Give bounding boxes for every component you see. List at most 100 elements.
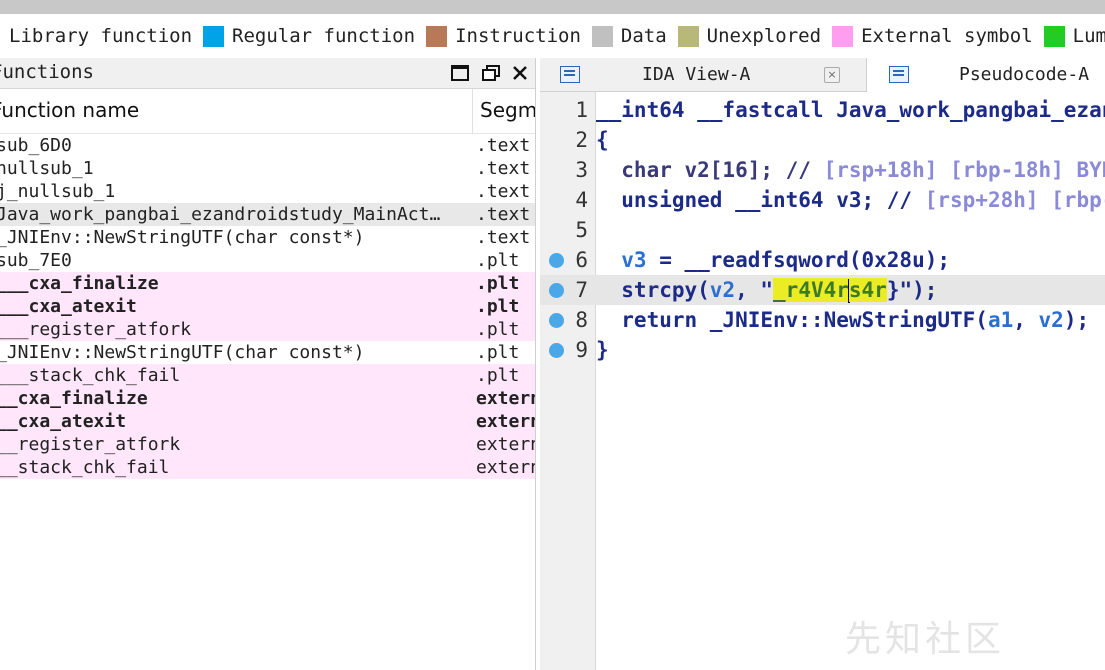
highlighted-string-token: _r4V4r bbox=[773, 278, 849, 302]
code-line[interactable]: 1 __int64 __fastcall Java_work_pangbai_ez… bbox=[540, 95, 1105, 125]
code-line[interactable]: 5 bbox=[540, 215, 1105, 245]
legend-swatch bbox=[832, 25, 854, 47]
function-segment: .plt bbox=[476, 319, 520, 340]
code-token: } bbox=[596, 338, 609, 362]
function-segment: .plt bbox=[476, 273, 520, 294]
tab-label: IDA View-A bbox=[642, 64, 751, 85]
tab-label: Pseudocode-A bbox=[959, 64, 1090, 85]
function-row[interactable]: nullsub_1 .text bbox=[0, 157, 535, 180]
column-divider[interactable] bbox=[472, 89, 473, 133]
function-row[interactable]: _JNIEnv::NewStringUTF(char const*) .plt bbox=[0, 341, 535, 364]
tab-pseudocode-a[interactable]: Pseudocode-A bbox=[867, 58, 1105, 92]
code-text: char v2[16]; // [rsp+18h] [rbp-18h] BYRE… bbox=[596, 155, 1105, 185]
function-row[interactable]: __cxa_atexit extern bbox=[0, 410, 535, 433]
code-token: , bbox=[1013, 308, 1039, 332]
function-row[interactable]: __register_atfork extern bbox=[0, 433, 535, 456]
function-segment: .text bbox=[476, 204, 531, 225]
float-window-icon[interactable] bbox=[480, 62, 502, 84]
code-line[interactable]: 3 char v2[16]; // [rsp+18h] [rbp-18h] BY… bbox=[540, 155, 1105, 185]
function-row[interactable]: j_nullsub_1 .text bbox=[0, 180, 535, 203]
function-name: __stack_chk_fail bbox=[0, 457, 170, 478]
pseudocode-view[interactable]: 1 __int64 __fastcall Java_work_pangbai_ez… bbox=[540, 95, 1105, 365]
code-line[interactable]: 2{ bbox=[540, 125, 1105, 155]
view-icon bbox=[560, 66, 580, 83]
code-token: ); bbox=[1063, 308, 1090, 332]
legend-swatch bbox=[1043, 25, 1065, 47]
function-segment: .text bbox=[476, 227, 531, 248]
legend-swatch bbox=[203, 25, 225, 47]
maximize-icon[interactable] bbox=[449, 62, 471, 84]
legend-label: Lumina bbox=[1072, 25, 1105, 47]
code-token: { bbox=[596, 128, 609, 152]
function-name: _JNIEnv::NewStringUTF(char const*) bbox=[0, 227, 365, 248]
legend-item-instruction: Instruction bbox=[415, 25, 581, 47]
code-token: char v2[16]; // bbox=[596, 158, 824, 182]
pseudocode-pane: IDA View-A × Pseudocode-A 1 __int64 __fas… bbox=[540, 58, 1105, 670]
code-token: v2 bbox=[709, 278, 736, 302]
function-row[interactable]: sub_7E0 .plt bbox=[0, 249, 535, 272]
breakpoint-dot-icon[interactable] bbox=[549, 343, 564, 358]
code-token: v3 bbox=[596, 248, 660, 272]
code-token: , " bbox=[735, 278, 774, 302]
legend-swatch bbox=[591, 25, 613, 47]
line-number: 6 bbox=[575, 248, 588, 272]
function-name: __cxa_finalize bbox=[0, 388, 148, 409]
function-row[interactable]: ___register_atfork .plt bbox=[0, 318, 535, 341]
function-name: ___stack_chk_fail bbox=[0, 365, 181, 386]
code-token: v2 bbox=[1038, 308, 1064, 332]
function-row[interactable]: __stack_chk_fail extern bbox=[0, 456, 535, 479]
function-segment: extern bbox=[476, 388, 536, 409]
tab-close-icon[interactable]: × bbox=[824, 67, 840, 83]
legend-item-data: Data bbox=[581, 25, 667, 47]
line-number: 8 bbox=[575, 308, 588, 332]
functions-pane-header[interactable]: Functions bbox=[0, 58, 535, 89]
code-token: return _JNIEnv::NewStringUTF( bbox=[596, 308, 988, 332]
function-segment: .text bbox=[476, 181, 531, 202]
legend-swatch bbox=[426, 25, 448, 47]
function-name: nullsub_1 bbox=[0, 158, 94, 179]
tab-ida-view-a[interactable]: IDA View-A × bbox=[540, 58, 867, 91]
breakpoint-dot-icon[interactable] bbox=[549, 283, 564, 298]
line-number: 7 bbox=[575, 278, 588, 302]
legend-item-regular: Regular function bbox=[192, 25, 415, 47]
function-name: sub_7E0 bbox=[0, 250, 72, 271]
code-text: strcpy(v2, "_r4V4rs4r}"); bbox=[596, 275, 937, 305]
watermark: 先知社区 bbox=[845, 619, 1006, 660]
function-name: ___register_atfork bbox=[0, 319, 192, 340]
functions-pane: Functions Function name Segm sub_6D0 .tex… bbox=[0, 58, 536, 670]
tab-bar: IDA View-A × Pseudocode-A bbox=[540, 58, 1105, 92]
code-token: [rsp+18h] [rbp-18h] BYREF bbox=[823, 158, 1105, 182]
line-number: 9 bbox=[575, 338, 588, 362]
functions-column-header: Function name Segm bbox=[0, 89, 535, 134]
top-window-strip bbox=[0, 0, 1105, 14]
breakpoint-dot-icon[interactable] bbox=[549, 313, 564, 328]
code-token: a1 bbox=[987, 308, 1014, 332]
code-line[interactable]: 9} bbox=[540, 335, 1105, 365]
function-row[interactable]: Java_work_pangbai_ezandroidstudy_MainAct… bbox=[0, 203, 535, 226]
code-line[interactable]: 7 strcpy(v2, "_r4V4rs4r}"); bbox=[540, 275, 1105, 305]
legend-item-lumina: Lumina bbox=[1033, 25, 1105, 47]
code-line[interactable]: 6 v3 = __readfsqword(0x28u); bbox=[540, 245, 1105, 275]
legend-item-external: External symbol bbox=[821, 25, 1033, 47]
legend-item-library: Library function bbox=[9, 25, 192, 47]
code-token: [rsp+28h] [rbp-8h] bbox=[924, 188, 1105, 212]
function-row[interactable]: ___cxa_finalize .plt bbox=[0, 272, 535, 295]
functions-pane-title: Functions bbox=[0, 61, 94, 83]
breakpoint-dot-icon[interactable] bbox=[549, 253, 564, 268]
line-number: 5 bbox=[575, 218, 588, 242]
code-line[interactable]: 4 unsigned __int64 v3; // [rsp+28h] [rbp… bbox=[540, 185, 1105, 215]
column-segment[interactable]: Segm bbox=[480, 98, 535, 122]
function-row[interactable]: __cxa_finalize extern bbox=[0, 387, 535, 410]
function-segment: extern bbox=[476, 411, 536, 432]
column-function-name[interactable]: Function name bbox=[0, 98, 139, 122]
functions-list: sub_6D0 .text nullsub_1 .text j_nullsub_1 .te… bbox=[0, 134, 535, 479]
function-row[interactable]: ___cxa_atexit .plt bbox=[0, 295, 535, 318]
function-row[interactable]: _JNIEnv::NewStringUTF(char const*) .text bbox=[0, 226, 535, 249]
function-row[interactable]: ___stack_chk_fail .plt bbox=[0, 364, 535, 387]
code-line[interactable]: 8 return _JNIEnv::NewStringUTF(a1, v2); bbox=[540, 305, 1105, 335]
close-icon[interactable] bbox=[509, 62, 531, 84]
function-row[interactable]: sub_6D0 .text bbox=[0, 134, 535, 157]
function-segment: .plt bbox=[476, 342, 520, 363]
view-icon bbox=[889, 66, 909, 83]
legend-label: Instruction bbox=[455, 25, 581, 47]
